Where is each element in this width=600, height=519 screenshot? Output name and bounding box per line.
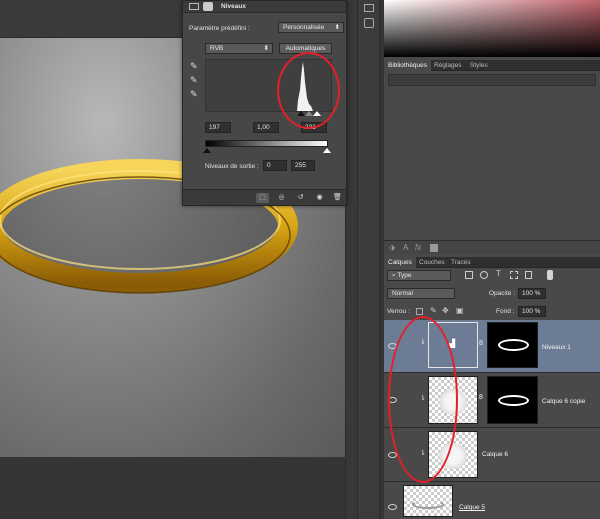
canvas-pasteboard — [0, 457, 357, 519]
lock-position-icon[interactable]: ✥ — [442, 306, 449, 315]
fill-field[interactable]: 100 % — [518, 306, 546, 317]
layer-row-calque-5[interactable]: Calque 5 — [384, 483, 600, 519]
visibility-icon[interactable]: ◉ — [313, 193, 326, 203]
blend-mode-dropdown[interactable]: Normal — [387, 288, 455, 299]
input-gamma-field[interactable]: 1,00 — [253, 122, 279, 133]
libraries-tabbar: Bibliothèques Réglages Styles — [384, 60, 600, 71]
output-white-slider[interactable] — [323, 148, 331, 153]
layer-name[interactable]: Calque 6 copie — [542, 398, 585, 405]
lock-label: Verrou : — [387, 308, 410, 315]
tab-libraries[interactable]: Bibliothèques — [384, 60, 432, 71]
lock-transparent-icon[interactable] — [416, 308, 423, 315]
filter-shape-icon[interactable] — [510, 271, 518, 279]
color-picker-field[interactable] — [384, 0, 600, 57]
preset-label: Paramètre prédéfini : — [189, 25, 250, 32]
channel-dropdown[interactable]: RVB ⬍ — [205, 43, 273, 54]
output-black-field[interactable]: 0 — [263, 160, 287, 171]
lock-all-icon[interactable]: ▣ — [456, 306, 464, 315]
output-label: Niveaux de sortie : — [205, 163, 259, 170]
filter-smart-object-icon[interactable] — [525, 271, 532, 279]
preset-dropdown[interactable]: Personnalisée ⬍ — [278, 22, 344, 33]
chevron-down-icon: ⬍ — [263, 45, 269, 52]
adjustment-icon — [189, 3, 199, 10]
filter-kind-value: Type — [397, 272, 412, 279]
mask-icon[interactable] — [203, 2, 213, 11]
panel-icon-column — [357, 0, 380, 519]
layer-mask-thumbnail[interactable] — [487, 376, 538, 424]
annotation-ellipse-chains — [388, 316, 458, 483]
levels-header: Niveaux — [183, 1, 346, 13]
output-black-slider[interactable] — [203, 148, 211, 153]
chevron-down-icon: ⬍ — [334, 24, 340, 31]
library-dropdown[interactable] — [388, 74, 596, 86]
clip-to-layer-icon[interactable]: ⬚ — [256, 193, 269, 203]
levels-footer: ⬚ ◎ ↺ ◉ 🗑 — [183, 189, 346, 205]
mask-ring-shape — [498, 339, 529, 351]
view-previous-icon[interactable]: ◎ — [275, 193, 288, 203]
tab-layers[interactable]: Calques — [384, 257, 416, 268]
opacity-label: Opacité : — [489, 290, 516, 297]
fx-icon[interactable]: fx — [415, 243, 421, 252]
layer-filter-dropdown[interactable]: ⌕ Type — [387, 270, 451, 281]
output-gradient-bar — [205, 140, 328, 147]
layer-name[interactable]: Calque 6 — [482, 451, 508, 458]
layer-thumbnail[interactable] — [403, 485, 453, 517]
layer-mask-thumbnail[interactable] — [487, 322, 538, 368]
tab-styles[interactable]: Styles — [466, 60, 492, 71]
thumbnail-ring — [412, 500, 444, 509]
trash-icon[interactable]: 🗑 — [331, 193, 344, 203]
mask-ring-shape — [498, 395, 529, 406]
add-text-icon[interactable]: A — [403, 243, 408, 252]
output-white-field[interactable]: 255 — [291, 160, 315, 171]
layers-tabbar: Calques Couches Tracés — [384, 257, 600, 268]
filter-pixel-icon[interactable] — [465, 271, 473, 279]
annotation-ellipse-histogram — [277, 52, 340, 129]
reset-icon[interactable]: ↺ — [294, 193, 307, 203]
blend-mode-value: Normal — [392, 290, 413, 297]
tab-paths[interactable]: Tracés — [447, 257, 475, 268]
link-icon[interactable]: 8 — [479, 394, 483, 401]
add-graphic-icon[interactable]: ⬗ — [389, 243, 395, 252]
gray-eyedropper-icon[interactable]: ✎ — [190, 75, 198, 86]
link-icon[interactable]: 8 — [479, 340, 483, 347]
filter-type-icon[interactable]: T — [496, 269, 501, 278]
fill-label: Fond : — [496, 308, 515, 315]
tab-channels[interactable]: Couches — [415, 257, 449, 268]
white-eyedropper-icon[interactable]: ✎ — [190, 89, 198, 100]
eye-icon[interactable] — [388, 504, 397, 510]
channel-value: RVB — [210, 45, 224, 52]
libraries-footer: ⬗ A fx — [384, 240, 600, 254]
filter-adjustment-icon[interactable] — [480, 271, 488, 279]
layer-name[interactable]: Calque 5 — [459, 504, 485, 511]
input-black-field[interactable]: 197 — [205, 122, 231, 133]
filter-toggle-icon[interactable] — [547, 270, 553, 280]
add-color-icon[interactable] — [430, 244, 438, 252]
opacity-field[interactable]: 100 % — [518, 288, 546, 299]
black-eyedropper-icon[interactable]: ✎ — [190, 61, 198, 72]
panel-toggle-icon[interactable] — [364, 4, 374, 12]
tab-adjustments[interactable]: Réglages — [430, 60, 465, 71]
levels-title: Niveaux — [221, 3, 246, 10]
preset-value: Personnalisée — [283, 24, 325, 31]
properties-icon[interactable] — [364, 18, 374, 28]
layer-name[interactable]: Niveaux 1 — [542, 344, 571, 351]
lock-pixels-icon[interactable]: ✎ — [430, 306, 437, 315]
